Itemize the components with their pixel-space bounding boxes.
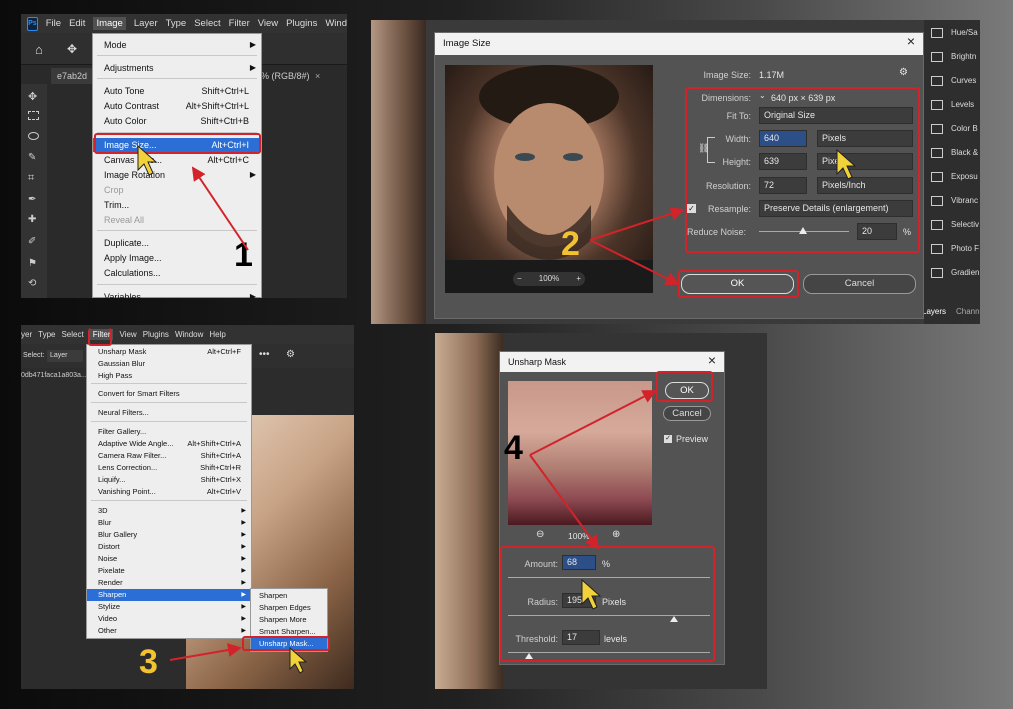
arrow-step4-a <box>529 390 657 456</box>
cursor-icon <box>581 578 602 610</box>
cursor-icon <box>289 646 308 674</box>
cursor-icon <box>137 144 158 176</box>
arrow-step2-b <box>589 239 680 285</box>
arrow-step4-b <box>529 454 600 550</box>
arrow-step3 <box>169 643 242 661</box>
arrow-step1 <box>191 166 249 251</box>
arrow-step2-a <box>589 207 685 241</box>
annotation-overlay <box>137 144 857 674</box>
cursor-icon <box>836 148 857 180</box>
